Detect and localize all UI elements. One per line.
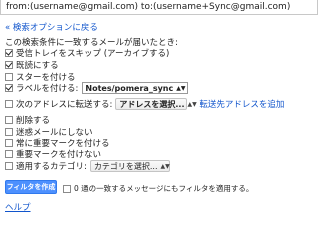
chevron-updown-icon: ▲▼ <box>187 100 197 108</box>
skip-inbox-checkbox[interactable] <box>5 49 13 57</box>
mark-read-checkbox[interactable] <box>5 61 13 69</box>
help-link[interactable]: ヘルプ <box>5 201 31 213</box>
never-important-label: 重要マークを付けない <box>16 150 102 160</box>
forward-label: 次のアドレスに転送する: <box>16 100 113 110</box>
create-filter-button[interactable]: フィルタを作成 <box>5 180 57 194</box>
category-checkbox[interactable] <box>5 162 13 170</box>
apply-label-label: ラベルを付ける: <box>16 84 79 94</box>
delete-label: 削除する <box>16 116 51 126</box>
apply-to-existing-row: 0 通の一致するメッセージにもフィルタを適用する。 <box>63 183 253 194</box>
forward-address-select[interactable]: アドレスを選択... ▲▼ <box>115 98 197 110</box>
label-select[interactable]: Notes/pomera_sync ▲▼ <box>82 82 189 94</box>
filter-dialog: from:(username@gmail.com) to:(username+S… <box>0 0 320 219</box>
category-label: 適用するカテゴリ: <box>16 162 87 172</box>
chevron-updown-icon: ▲▼ <box>176 84 186 92</box>
category-select-value: カテゴリを選択... <box>93 161 158 171</box>
option-forward: 次のアドレスに転送する: アドレスを選択... ▲▼ 転送先アドレスを追加 <box>5 98 284 110</box>
option-mark-read: 既読にする <box>5 59 59 71</box>
option-category: 適用するカテゴリ: カテゴリを選択... ▲▼ <box>5 160 170 172</box>
option-delete: 削除する <box>5 114 50 126</box>
skip-inbox-label: 受信トレイをスキップ (アーカイブする) <box>16 49 170 59</box>
apply-to-existing-checkbox[interactable] <box>63 184 71 193</box>
delete-checkbox[interactable] <box>5 116 13 124</box>
add-forwarding-address-link[interactable]: 転送先アドレスを追加 <box>199 98 284 110</box>
option-skip-inbox: 受信トレイをスキップ (アーカイブする) <box>5 47 169 59</box>
forward-address-value: アドレスを選択... <box>119 99 185 109</box>
search-input[interactable]: from:(username@gmail.com) to:(username+S… <box>0 0 318 15</box>
never-spam-checkbox[interactable] <box>5 128 13 136</box>
apply-label-checkbox[interactable] <box>5 84 13 92</box>
back-to-search-options-link[interactable]: « 検索オプションに戻る <box>5 21 98 33</box>
forward-checkbox[interactable] <box>5 100 13 108</box>
never-important-checkbox[interactable] <box>5 150 13 158</box>
apply-to-existing-label: 0 通の一致するメッセージにもフィルタを適用する。 <box>74 184 254 193</box>
option-apply-label: ラベルを付ける: Notes/pomera_sync ▲▼ <box>5 82 189 94</box>
option-never-important: 重要マークを付けない <box>5 148 101 160</box>
label-select-value: Notes/pomera_sync <box>85 83 174 93</box>
category-select[interactable]: カテゴリを選択... ▲▼ <box>89 160 170 172</box>
always-important-checkbox[interactable] <box>5 139 13 147</box>
mark-read-label: 既読にする <box>16 61 59 71</box>
star-checkbox[interactable] <box>5 73 13 81</box>
chevron-updown-icon: ▲▼ <box>160 162 170 170</box>
